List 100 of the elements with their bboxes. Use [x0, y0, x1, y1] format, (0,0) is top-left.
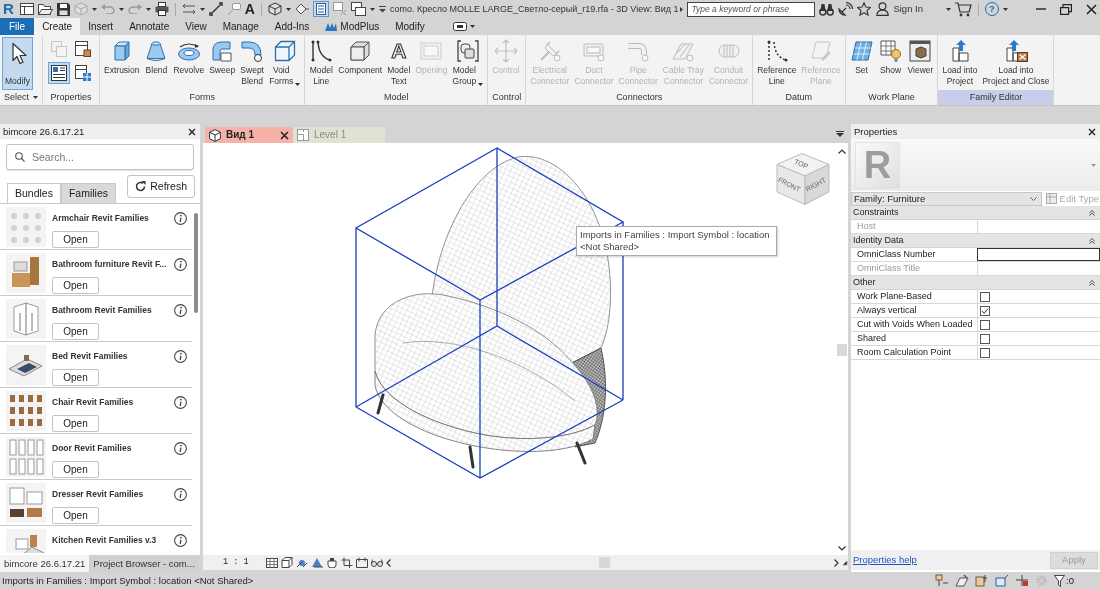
- ribbon-button[interactable]: Sweep: [207, 37, 238, 78]
- save-icon[interactable]: [56, 2, 70, 16]
- value-field[interactable]: [977, 248, 1100, 261]
- customize-icon[interactable]: [378, 5, 386, 13]
- open-button[interactable]: Open: [52, 231, 99, 248]
- info-icon[interactable]: [174, 258, 187, 271]
- app-logo[interactable]: R: [3, 1, 14, 17]
- panel-tab[interactable]: Families: [60, 183, 117, 203]
- help-link[interactable]: Properties help: [853, 554, 917, 566]
- info-icon[interactable]: [174, 534, 187, 547]
- face-select-icon[interactable]: [995, 574, 1010, 587]
- underlay-select-icon[interactable]: [955, 574, 970, 587]
- info-icon[interactable]: [174, 350, 187, 363]
- chevron-up-icon[interactable]: [838, 149, 846, 154]
- panel-tab[interactable]: Project Browser - com...: [89, 555, 199, 572]
- document-tab[interactable]: Вид 1: [205, 127, 293, 143]
- ribbon-button[interactable]: Reference Line: [755, 37, 799, 88]
- ribbon-button[interactable]: Load into Project and Close: [980, 37, 1052, 88]
- ribbon-button[interactable]: Show: [876, 37, 905, 78]
- shadows-icon[interactable]: [310, 557, 323, 568]
- section-icon[interactable]: [294, 3, 309, 15]
- close-icon[interactable]: [1086, 3, 1097, 15]
- ribbon-button[interactable]: Model Group: [450, 37, 486, 88]
- satellite-icon[interactable]: [838, 2, 854, 16]
- filter-icon[interactable]: [1054, 574, 1066, 587]
- info-icon[interactable]: [174, 396, 187, 409]
- drag-select-icon[interactable]: [1015, 574, 1030, 587]
- render-icon[interactable]: [325, 557, 338, 568]
- crop-region-icon[interactable]: [355, 557, 368, 568]
- info-icon[interactable]: [174, 304, 187, 317]
- collapse-icon[interactable]: [1089, 237, 1095, 244]
- resize-grip-icon[interactable]: [842, 559, 848, 566]
- ribbon-button[interactable]: Swept Blend: [238, 37, 267, 88]
- ribbon-tab[interactable]: Insert: [80, 18, 122, 35]
- open-button[interactable]: Open: [52, 323, 99, 340]
- align-dimension-icon[interactable]: [181, 3, 196, 15]
- panel-tab[interactable]: Bundles: [7, 183, 61, 203]
- letter-icon[interactable]: A: [244, 2, 255, 16]
- diagonal-dimension-icon[interactable]: [208, 2, 223, 16]
- binoculars-icon[interactable]: [819, 2, 835, 16]
- chevron-left-icon[interactable]: [385, 558, 391, 567]
- type-selector[interactable]: Family: Furniture: [851, 191, 1042, 206]
- ribbon-tab[interactable]: Add-Ins: [266, 18, 318, 35]
- sun-path-icon[interactable]: [295, 557, 308, 568]
- ribbon-button[interactable]: Void Forms: [267, 37, 303, 88]
- ribbon-button[interactable]: Revolve: [171, 37, 207, 78]
- checkbox[interactable]: [980, 291, 990, 302]
- caret-icon[interactable]: [1003, 7, 1008, 11]
- sign-in-button[interactable]: Sign In: [875, 1, 924, 17]
- ribbon-button[interactable]: Model Line: [307, 37, 336, 88]
- properties-tool-button[interactable]: [48, 62, 70, 84]
- visual-style-icon[interactable]: [280, 557, 293, 568]
- collapse-icon[interactable]: [1089, 209, 1095, 216]
- checkbox[interactable]: [980, 305, 990, 316]
- scale-label[interactable]: 1 : 1: [223, 557, 249, 568]
- detail-level-icon[interactable]: [265, 557, 278, 568]
- panel-menu-button[interactable]: Select: [0, 90, 42, 105]
- caret-icon[interactable]: [946, 7, 951, 11]
- cart-icon[interactable]: [955, 1, 972, 17]
- switch-windows-icon[interactable]: [350, 2, 366, 16]
- star-icon[interactable]: [857, 2, 872, 16]
- panel-toggle-icon[interactable]: [452, 22, 467, 31]
- chevron-right-icon[interactable]: [834, 558, 839, 567]
- info-icon[interactable]: [174, 488, 187, 501]
- scrollbar-thumb[interactable]: [837, 344, 847, 356]
- house-3d-icon[interactable]: [267, 2, 282, 16]
- refresh-button[interactable]: Refresh: [127, 175, 195, 198]
- ribbon-tab[interactable]: Create: [34, 18, 81, 35]
- pinned-select-icon[interactable]: [975, 574, 990, 587]
- collapse-icon[interactable]: [1089, 279, 1095, 286]
- ribbon-tab[interactable]: View: [177, 18, 215, 35]
- open-button[interactable]: Open: [52, 277, 99, 294]
- caret-icon[interactable]: [145, 7, 151, 11]
- properties-tool-button[interactable]: [72, 62, 94, 84]
- viewcube[interactable]: [776, 153, 830, 205]
- ribbon-button[interactable]: Set: [847, 37, 876, 78]
- ribbon-tab[interactable]: ModPlus: [317, 18, 388, 35]
- ribbon-button[interactable]: Component: [336, 37, 385, 78]
- ribbon-button[interactable]: Viewer: [905, 37, 936, 78]
- ribbon-button[interactable]: Modify: [2, 37, 34, 90]
- caret-right-icon[interactable]: [680, 6, 684, 12]
- thin-lines-icon[interactable]: [312, 1, 329, 17]
- scrollbar-thumb[interactable]: [194, 213, 198, 313]
- folder-icon[interactable]: [37, 3, 53, 15]
- caret-icon[interactable]: [285, 7, 291, 11]
- open-button[interactable]: Open: [52, 461, 99, 478]
- open-button[interactable]: Open: [52, 415, 99, 432]
- ribbon-tab[interactable]: Modify: [387, 18, 433, 35]
- panel-tab[interactable]: bimcore 26.6.17.21: [0, 555, 90, 572]
- properties-tool-button[interactable]: [72, 38, 94, 60]
- open-button[interactable]: Open: [52, 369, 99, 386]
- checkbox[interactable]: [980, 319, 990, 330]
- info-icon[interactable]: [174, 442, 187, 455]
- print-icon[interactable]: [154, 2, 169, 16]
- caret-icon[interactable]: [118, 7, 124, 11]
- ribbon-tab[interactable]: File: [0, 18, 35, 35]
- ribbon-tab[interactable]: Manage: [214, 18, 267, 35]
- search-field[interactable]: Type a keyword or phrase: [687, 1, 816, 17]
- open-button[interactable]: Open: [52, 507, 99, 524]
- close-icon[interactable]: [280, 130, 289, 140]
